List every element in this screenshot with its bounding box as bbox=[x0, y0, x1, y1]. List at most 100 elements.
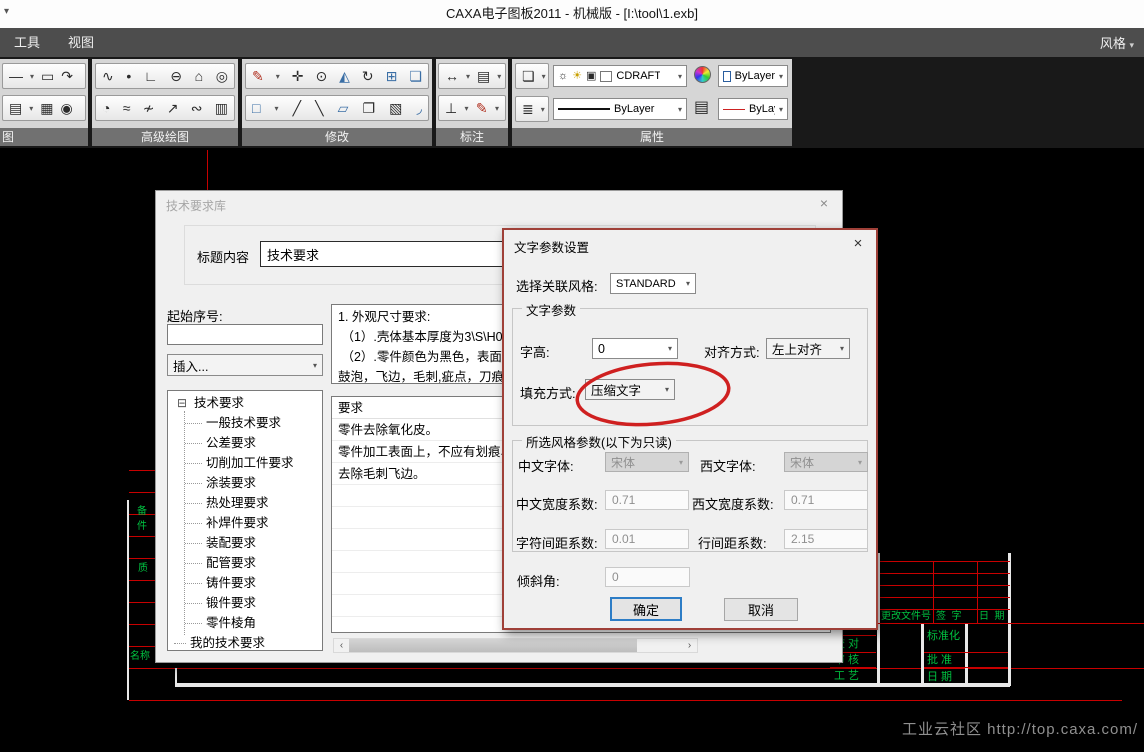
char-height-dropdown[interactable]: 0 ▾ bbox=[592, 338, 678, 359]
datum-icon[interactable]: ⊥ bbox=[445, 101, 457, 115]
select-icon[interactable]: □ bbox=[252, 101, 260, 115]
tree-item[interactable]: 我的技术要求 bbox=[168, 633, 322, 651]
cn-font-dropdown: 宋体 ▾ bbox=[605, 452, 689, 472]
dimension-icon[interactable]: ↔ bbox=[445, 69, 459, 83]
horizontal-scrollbar[interactable]: ‹ › bbox=[333, 638, 698, 653]
dropdown-icon[interactable]: ▾ bbox=[465, 104, 469, 113]
close-icon[interactable]: × bbox=[814, 195, 834, 211]
linetype-combo[interactable]: ByLayer ▾ bbox=[553, 98, 687, 120]
leader-icon[interactable]: ▤ bbox=[477, 69, 490, 83]
ellipse-icon[interactable]: ⊖ bbox=[170, 69, 182, 83]
point-icon[interactable]: • bbox=[126, 69, 131, 83]
linestyle-combo[interactable]: ByLayer ▾ bbox=[718, 98, 788, 120]
color-combo[interactable]: ByLayer ▾ bbox=[718, 65, 788, 87]
requirements-tree[interactable]: ⊟技术要求 一般技术要求 公差要求 切削加工件要求 涂装要求 热处理要求 补焊件… bbox=[167, 390, 323, 651]
annotate-toolbar-row2: ⊥ ▾ ✎ ▾ bbox=[438, 95, 506, 121]
move-icon[interactable]: ✛ bbox=[292, 69, 304, 83]
hatch-icon[interactable]: ▦ bbox=[40, 101, 53, 115]
layers-icon[interactable]: ❏ bbox=[522, 69, 535, 83]
close-icon[interactable]: × bbox=[848, 235, 868, 251]
dropdown-icon[interactable]: ▾ bbox=[495, 104, 499, 113]
iso-view-icon[interactable]: ▧ bbox=[389, 101, 402, 115]
rectangle-icon[interactable]: ▭ bbox=[41, 69, 54, 83]
menu-style[interactable]: 风格 ▾ bbox=[1100, 33, 1134, 52]
tree-item[interactable]: 补焊件要求 bbox=[168, 513, 322, 533]
window-titlebar[interactable]: ▾ CAXA电子图板2011 - 机械版 - [I:\tool\1.exb] bbox=[0, 0, 1144, 28]
rotate-icon[interactable]: ↻ bbox=[362, 69, 374, 83]
axis-icon[interactable]: ∟ bbox=[144, 69, 158, 83]
rotate-copy-icon[interactable]: ⊙ bbox=[315, 69, 327, 83]
dropdown-icon[interactable]: ▾ bbox=[542, 72, 546, 81]
edit-text-icon[interactable]: ✎ bbox=[476, 101, 488, 115]
scroll-left-icon[interactable]: ‹ bbox=[334, 639, 349, 652]
extend-icon[interactable]: ╲ bbox=[315, 101, 323, 115]
quick-access-overflow-icon[interactable]: ▾ bbox=[4, 6, 9, 17]
pie-icon[interactable]: ◔ bbox=[102, 101, 110, 115]
mirror-icon[interactable]: ◭ bbox=[339, 69, 350, 83]
chevron-down-icon: ▾ bbox=[313, 361, 317, 370]
tree-collapse-icon[interactable]: ⊟ bbox=[177, 393, 187, 413]
tree-item[interactable]: 一般技术要求 bbox=[168, 413, 322, 433]
region-icon[interactable]: ◉ bbox=[60, 101, 72, 115]
dropdown-icon[interactable]: ▾ bbox=[29, 104, 33, 113]
tree-item[interactable]: 公差要求 bbox=[168, 433, 322, 453]
dropdown-icon[interactable]: ▾ bbox=[497, 72, 501, 81]
tree-item[interactable]: 铸件要求 bbox=[168, 573, 322, 593]
hatch-style-button[interactable]: ▤ bbox=[694, 99, 709, 117]
contour-icon[interactable]: ∾ bbox=[191, 101, 203, 115]
cn-font-value: 宋体 bbox=[611, 454, 635, 471]
fillet-icon[interactable]: ◞ bbox=[416, 101, 421, 115]
arc-icon[interactable]: ↷ bbox=[61, 69, 73, 83]
char-height-label: 字高: bbox=[520, 342, 550, 361]
tree-item[interactable]: 装配要求 bbox=[168, 533, 322, 553]
cad-line bbox=[880, 573, 1010, 574]
menu-tools[interactable]: 工具 bbox=[0, 28, 54, 57]
spline-icon[interactable]: ∿ bbox=[102, 69, 114, 83]
wave-line-icon[interactable]: ≈ bbox=[123, 101, 131, 115]
trim-icon[interactable]: ╱ bbox=[293, 101, 301, 115]
title-block-label: 标准化 bbox=[927, 630, 960, 642]
menu-view[interactable]: 视图 bbox=[54, 28, 108, 57]
erase-icon[interactable]: ✎ bbox=[252, 69, 264, 83]
tangent-circle-icon[interactable]: ◎ bbox=[216, 69, 228, 83]
offset-icon[interactable]: ❏ bbox=[409, 69, 422, 83]
tree-root-item[interactable]: ⊟技术要求 bbox=[168, 393, 322, 413]
line-icon[interactable]: — bbox=[9, 69, 23, 83]
tree-item[interactable]: 涂装要求 bbox=[168, 473, 322, 493]
cancel-button[interactable]: 取消 bbox=[724, 598, 798, 621]
tree-item[interactable]: 零件棱角 bbox=[168, 613, 322, 633]
layer-combo[interactable]: ☼ ☀ ▣ CDRAFT ▾ bbox=[553, 65, 687, 87]
dropdown-icon[interactable]: ▾ bbox=[275, 104, 279, 113]
array-icon[interactable]: ⊞ bbox=[386, 69, 398, 83]
scroll-right-icon[interactable]: › bbox=[682, 639, 697, 652]
tree-item[interactable]: 配管要求 bbox=[168, 553, 322, 573]
solid-icon[interactable]: ▥ bbox=[215, 101, 228, 115]
group-label-annotate: 标注 bbox=[436, 128, 508, 146]
explode-icon[interactable]: ❐ bbox=[363, 101, 376, 115]
tree-item[interactable]: 锻件要求 bbox=[168, 593, 322, 613]
linetype-sample-icon bbox=[558, 108, 610, 110]
ribbon-group-advanced-draw: ∿ • ∟ ⊖ ⌂ ◎ ◔ ≈ ≁ ↗ ∾ ▥ 高级绘图 bbox=[92, 59, 238, 146]
dropdown-icon[interactable]: ▾ bbox=[466, 72, 470, 81]
tree-item[interactable]: 切削加工件要求 bbox=[168, 453, 322, 473]
dropdown-icon[interactable]: ▾ bbox=[541, 105, 545, 114]
insert-dropdown[interactable]: 插入... ▾ bbox=[167, 354, 323, 376]
block-icon[interactable]: ▤ bbox=[9, 101, 22, 115]
style-select-dropdown[interactable]: STANDARD ▾ bbox=[610, 273, 696, 294]
dropdown-icon[interactable]: ▾ bbox=[276, 72, 280, 81]
fill-mode-dropdown[interactable]: 压缩文字 ▾ bbox=[585, 379, 675, 400]
pointer-icon[interactable]: ↗ bbox=[167, 101, 179, 115]
tree-item[interactable]: 热处理要求 bbox=[168, 493, 322, 513]
align-dropdown[interactable]: 左上对齐 ▾ bbox=[766, 338, 850, 359]
start-number-input[interactable] bbox=[167, 324, 323, 345]
scrollbar-thumb[interactable] bbox=[349, 639, 637, 652]
stretch-icon[interactable]: ▱ bbox=[338, 101, 349, 115]
dropdown-icon[interactable]: ▾ bbox=[30, 72, 34, 81]
insert-dropdown-value: 插入... bbox=[173, 356, 208, 375]
line-width-icon[interactable]: ≣ bbox=[522, 102, 534, 116]
polygon-icon[interactable]: ⌂ bbox=[195, 69, 203, 83]
ok-button[interactable]: 确定 bbox=[610, 597, 682, 621]
sun-icon: ☀ bbox=[572, 69, 582, 83]
break-line-icon[interactable]: ≁ bbox=[143, 101, 155, 115]
color-wheel-button[interactable] bbox=[694, 66, 711, 83]
